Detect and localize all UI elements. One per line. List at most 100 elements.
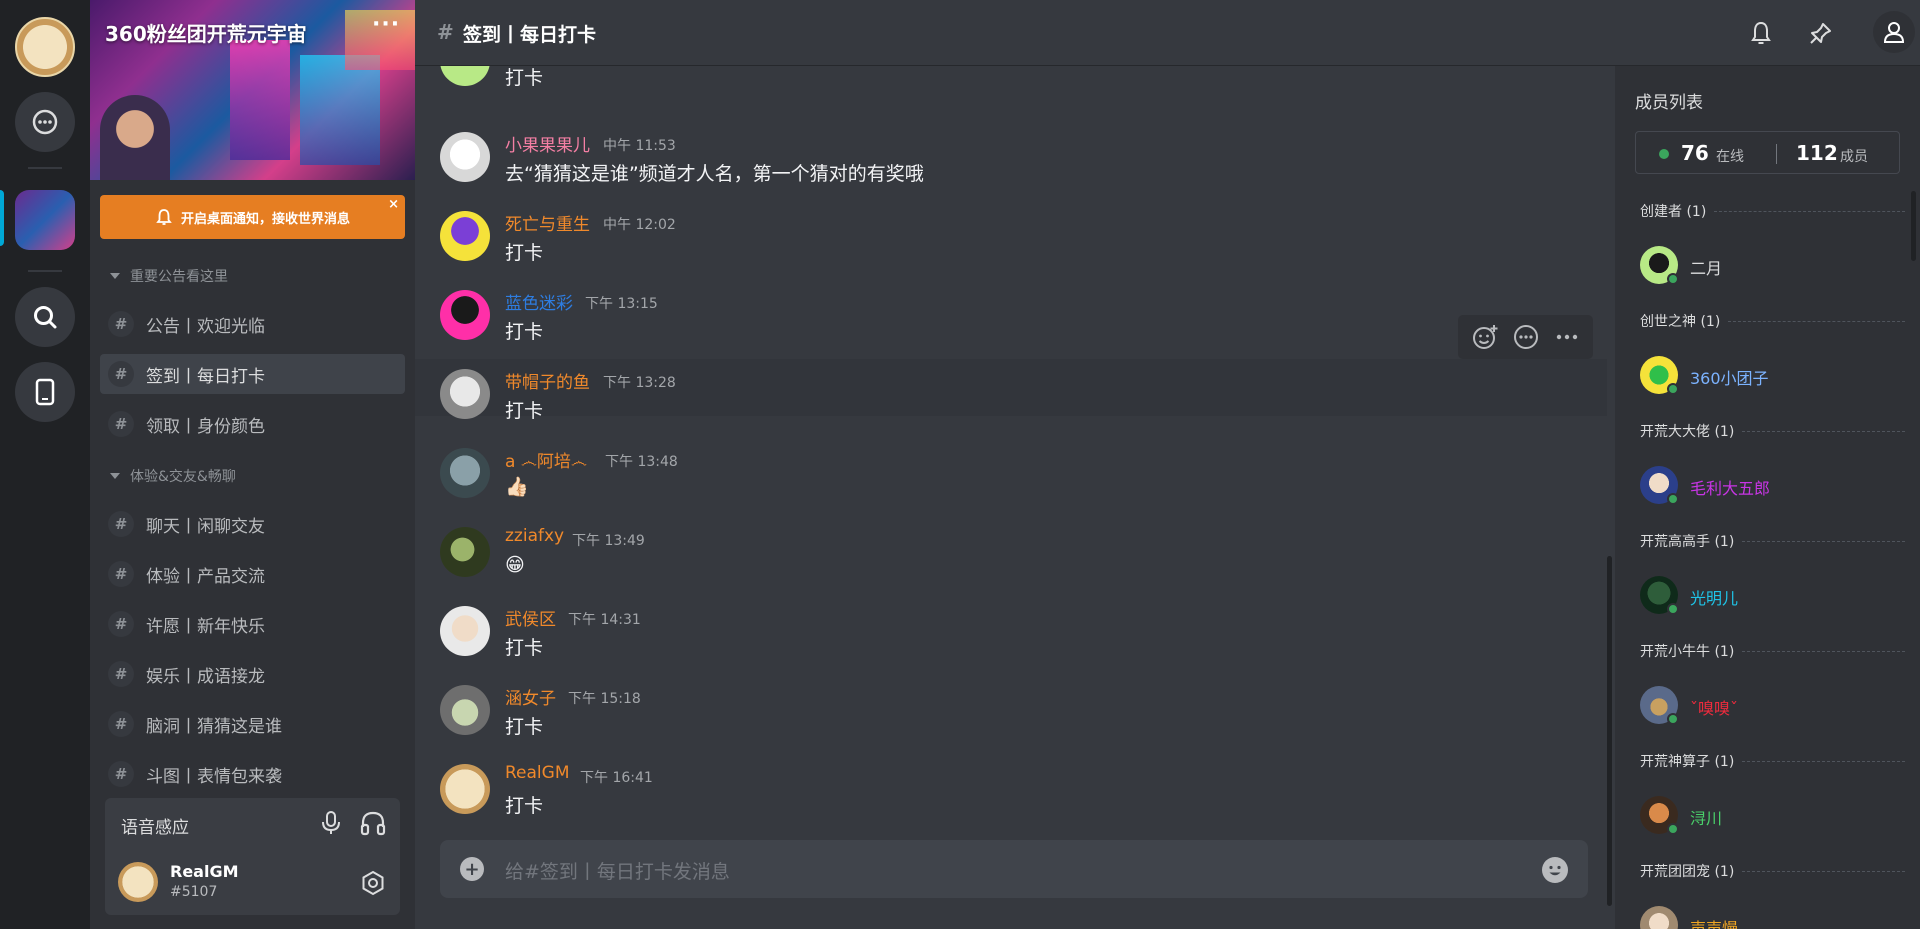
hash-icon: #: [108, 711, 134, 737]
member-item[interactable]: 毛利大五郎: [1640, 466, 1905, 506]
avatar[interactable]: [440, 527, 490, 577]
role-header: 开荒神算子 (1): [1640, 751, 1905, 771]
channel-item-chat[interactable]: # 聊天丨闲聊交友: [100, 504, 405, 544]
member-name: 360小团子: [1690, 369, 1769, 388]
enable-notifications-banner[interactable]: 开启桌面通知，接收世界消息 ×: [100, 195, 405, 239]
hash-icon: #: [108, 511, 134, 537]
message-list[interactable]: 打卡 小果果果儿 中午 11:53 去“猜猜这是谁”频道才人名，第一个猜对的有奖…: [415, 66, 1615, 929]
channel-sidebar: 360粉丝团开荒元宇宙 ··· 开启桌面通知，接收世界消息 × 重要公告看这里 …: [90, 0, 415, 929]
member-name: 声声慢: [1690, 919, 1739, 929]
settings-icon[interactable]: [360, 870, 386, 896]
channel-item-guess[interactable]: # 脑洞丨猜猜这是谁: [100, 704, 405, 744]
microphone-icon[interactable]: [320, 810, 342, 836]
message-item[interactable]: 蓝色迷彩 下午 13:15 打卡: [415, 280, 1607, 358]
message-item[interactable]: a ෴阿培෴ 下午 13:48 👍🏻: [415, 438, 1607, 516]
member-list-scrollbar[interactable]: [1911, 191, 1916, 261]
channel-item-idiom[interactable]: # 娱乐丨成语接龙: [100, 654, 405, 694]
message-item[interactable]: 带帽子的鱼 下午 13:28 打卡: [415, 359, 1607, 422]
avatar[interactable]: [440, 606, 490, 656]
channel-item-announcements[interactable]: # 公告丨欢迎光临: [100, 304, 405, 344]
channel-item-checkin[interactable]: # 签到丨每日打卡: [100, 354, 405, 394]
member-item[interactable]: 光明儿: [1640, 576, 1905, 616]
member-item[interactable]: ˇ嗅嗅ˇ: [1640, 686, 1905, 726]
role-header: 开荒小牛牛 (1): [1640, 641, 1905, 661]
user-home-avatar[interactable]: [15, 17, 75, 77]
pinned-messages-button[interactable]: [1802, 14, 1840, 52]
avatar[interactable]: [440, 132, 490, 182]
message-time: 中午 11:53: [603, 138, 676, 154]
hash-icon: #: [108, 361, 134, 387]
message-author[interactable]: zziafxy: [505, 526, 564, 546]
message-text: 👍🏻: [505, 476, 529, 498]
avatar[interactable]: [440, 66, 490, 86]
online-dot-icon: [1659, 149, 1669, 159]
channel-item-product[interactable]: # 体验丨产品交流: [100, 554, 405, 594]
message-time: 下午 13:28: [603, 375, 676, 391]
server-menu-button[interactable]: ···: [372, 12, 400, 37]
channel-item-role-color[interactable]: # 领取丨身份颜色: [100, 404, 405, 444]
message-time: 下午 13:48: [605, 454, 678, 470]
total-count: 112: [1796, 141, 1838, 165]
server-rail: [0, 0, 90, 929]
category-announcements[interactable]: 重要公告看这里: [110, 266, 228, 286]
message-text: 😁: [505, 554, 525, 576]
message-item[interactable]: 打卡: [415, 66, 1607, 104]
add-reaction-icon[interactable]: [1471, 323, 1499, 351]
avatar[interactable]: [440, 448, 490, 498]
online-status-icon: [1667, 713, 1679, 725]
member-item[interactable]: 声声慢: [1640, 906, 1905, 929]
mobile-app-button[interactable]: [15, 362, 75, 422]
message-author[interactable]: 带帽子的鱼: [505, 368, 590, 393]
avatar[interactable]: [440, 685, 490, 735]
avatar[interactable]: [440, 369, 490, 419]
message-time: 中午 12:02: [603, 217, 676, 233]
message-author[interactable]: 蓝色迷彩: [505, 289, 573, 314]
message-author[interactable]: a ෴阿培෴: [505, 447, 587, 472]
notification-bell-button[interactable]: [1742, 14, 1780, 52]
category-experience[interactable]: 体验&交友&畅聊: [110, 466, 236, 486]
member-name: 浔川: [1690, 809, 1723, 828]
message-author[interactable]: 武侯区: [505, 605, 556, 630]
avatar[interactable]: [440, 290, 490, 340]
hash-icon: #: [108, 311, 134, 337]
channel-item-stickers[interactable]: # 斗图丨表情包来袭: [100, 754, 405, 794]
message-text: 打卡: [505, 716, 544, 738]
member-item[interactable]: 浔川: [1640, 796, 1905, 836]
member-item[interactable]: 二月: [1640, 246, 1905, 286]
direct-messages-button[interactable]: [15, 92, 75, 152]
message-item[interactable]: 死亡与重生 中午 12:02 打卡: [415, 201, 1607, 279]
message-author[interactable]: 涵女子: [505, 684, 556, 709]
server-icon-360[interactable]: [15, 190, 75, 250]
message-item[interactable]: 小果果果儿 中午 11:53 去“猜猜这是谁”频道才人名，第一个猜对的有奖哦: [415, 122, 1607, 200]
member-item[interactable]: 360小团子: [1640, 356, 1905, 396]
message-input[interactable]: 给#签到丨每日打卡发消息: [505, 857, 730, 884]
headphones-icon[interactable]: [360, 810, 386, 836]
message-item[interactable]: RealGM 下午 16:41 打卡: [415, 754, 1607, 832]
explore-search-button[interactable]: [15, 287, 75, 347]
online-label: 在线: [1716, 149, 1744, 165]
online-status-icon: [1667, 823, 1679, 835]
message-text: 打卡: [505, 67, 544, 89]
emoji-picker-icon[interactable]: [1542, 857, 1568, 883]
avatar[interactable]: [118, 862, 158, 902]
member-list: 成员列表 76 在线 112 成员 创建者 (1) 二月 创世之神 (1) 36…: [1615, 66, 1920, 929]
message-item[interactable]: 涵女子 下午 15:18 打卡: [415, 675, 1607, 753]
message-item[interactable]: 武侯区 下午 14:31 打卡: [415, 596, 1607, 674]
avatar[interactable]: [440, 764, 490, 814]
message-author[interactable]: 小果果果儿: [505, 131, 590, 156]
member-list-toggle[interactable]: [1873, 11, 1915, 53]
message-author[interactable]: 死亡与重生: [505, 210, 590, 235]
message-item[interactable]: zziafxy 下午 13:49 😁: [415, 517, 1607, 595]
message-time: 下午 16:41: [580, 770, 653, 786]
channel-item-wish[interactable]: # 许愿丨新年快乐: [100, 604, 405, 644]
reply-bubble-icon[interactable]: [1512, 323, 1540, 351]
chat-scrollbar[interactable]: [1607, 556, 1612, 906]
notify-close-button[interactable]: ×: [388, 197, 399, 212]
online-status-icon: [1667, 383, 1679, 395]
message-author[interactable]: RealGM: [505, 763, 570, 783]
avatar[interactable]: [440, 211, 490, 261]
more-options-icon[interactable]: [1553, 323, 1581, 351]
add-attachment-button[interactable]: +: [460, 857, 484, 881]
stats-divider: [1776, 144, 1777, 164]
message-composer[interactable]: + 给#签到丨每日打卡发消息: [440, 840, 1588, 898]
